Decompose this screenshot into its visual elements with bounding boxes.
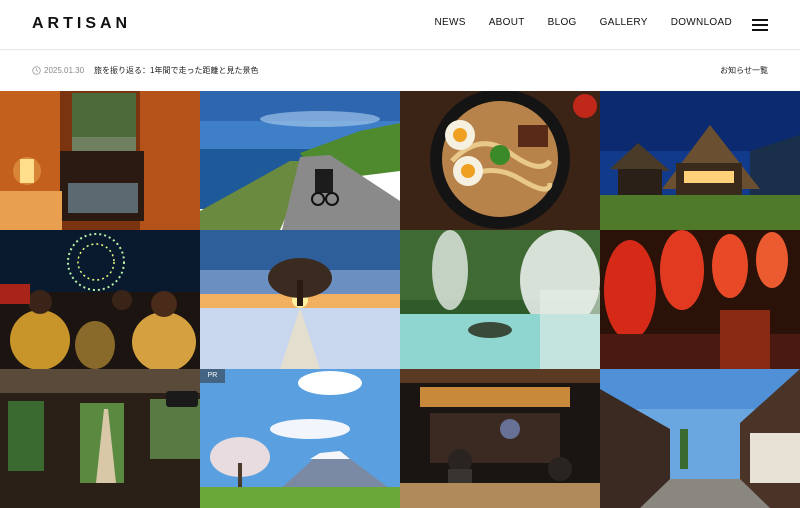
red-lanterns-photo [600, 230, 800, 369]
pr-badge: PR [200, 369, 225, 383]
nav-item-about[interactable]: ABOUT [489, 17, 525, 28]
hamburger-menu-icon[interactable] [752, 19, 768, 31]
news-bar: 2025.01.30 旅を振り返る：1年間で走った距離と見た景色 お知らせ一覧 [0, 51, 800, 91]
news-date: 2025.01.30 [44, 66, 85, 75]
cherry-tree-photo [200, 369, 400, 508]
clock-icon [32, 66, 41, 75]
gallery-tile-coastal-road[interactable] [200, 91, 400, 230]
nav-item-news[interactable]: NEWS [434, 17, 465, 28]
gallery-tile-izakaya-stall[interactable] [400, 369, 600, 508]
gallery-tile-sunset-tree[interactable] [200, 230, 400, 369]
gallery-tile-thatched-houses[interactable] [600, 91, 800, 230]
hot-spring-steam-photo [400, 230, 600, 369]
news-item: 2025.01.30 旅を振り返る：1年間で走った距離と見た景色 [32, 65, 259, 76]
site-logo[interactable]: ARTISAN [32, 15, 131, 33]
gallery-tile-red-lanterns[interactable] [600, 230, 800, 369]
gallery-tile-train-cab[interactable] [0, 369, 200, 508]
festival-fireworks-photo [0, 230, 200, 369]
site-header: ARTISAN NEWS ABOUT BLOG GALLERY DOWNLOAD [0, 0, 800, 50]
gallery-tile-cherry-tree[interactable]: PR [200, 369, 400, 508]
thatched-houses-photo [600, 91, 800, 230]
coastal-road-photo [200, 91, 400, 230]
news-title-link[interactable]: 旅を振り返る：1年間で走った距離と見た景色 [94, 65, 258, 76]
gallery-tile-hot-spring-steam[interactable] [400, 230, 600, 369]
sunset-tree-photo [200, 230, 400, 369]
nav-item-gallery[interactable]: GALLERY [600, 17, 648, 28]
news-list-link[interactable]: お知らせ一覧 [720, 65, 768, 76]
nav-item-download[interactable]: DOWNLOAD [671, 17, 732, 28]
izakaya-stall-photo [400, 369, 600, 508]
ramen-bowl-photo [400, 91, 600, 230]
gallery-tile-ramen-bowl[interactable] [400, 91, 600, 230]
gallery-tile-old-town-street[interactable] [600, 369, 800, 508]
main-nav: NEWS ABOUT BLOG GALLERY DOWNLOAD [434, 17, 732, 28]
onsen-room-photo [0, 91, 200, 230]
photo-gallery-grid: PR [0, 91, 800, 508]
nav-item-blog[interactable]: BLOG [548, 17, 577, 28]
old-town-street-photo [600, 369, 800, 508]
gallery-tile-festival-fireworks[interactable] [0, 230, 200, 369]
gallery-tile-onsen-room[interactable] [0, 91, 200, 230]
train-cab-photo [0, 369, 200, 508]
